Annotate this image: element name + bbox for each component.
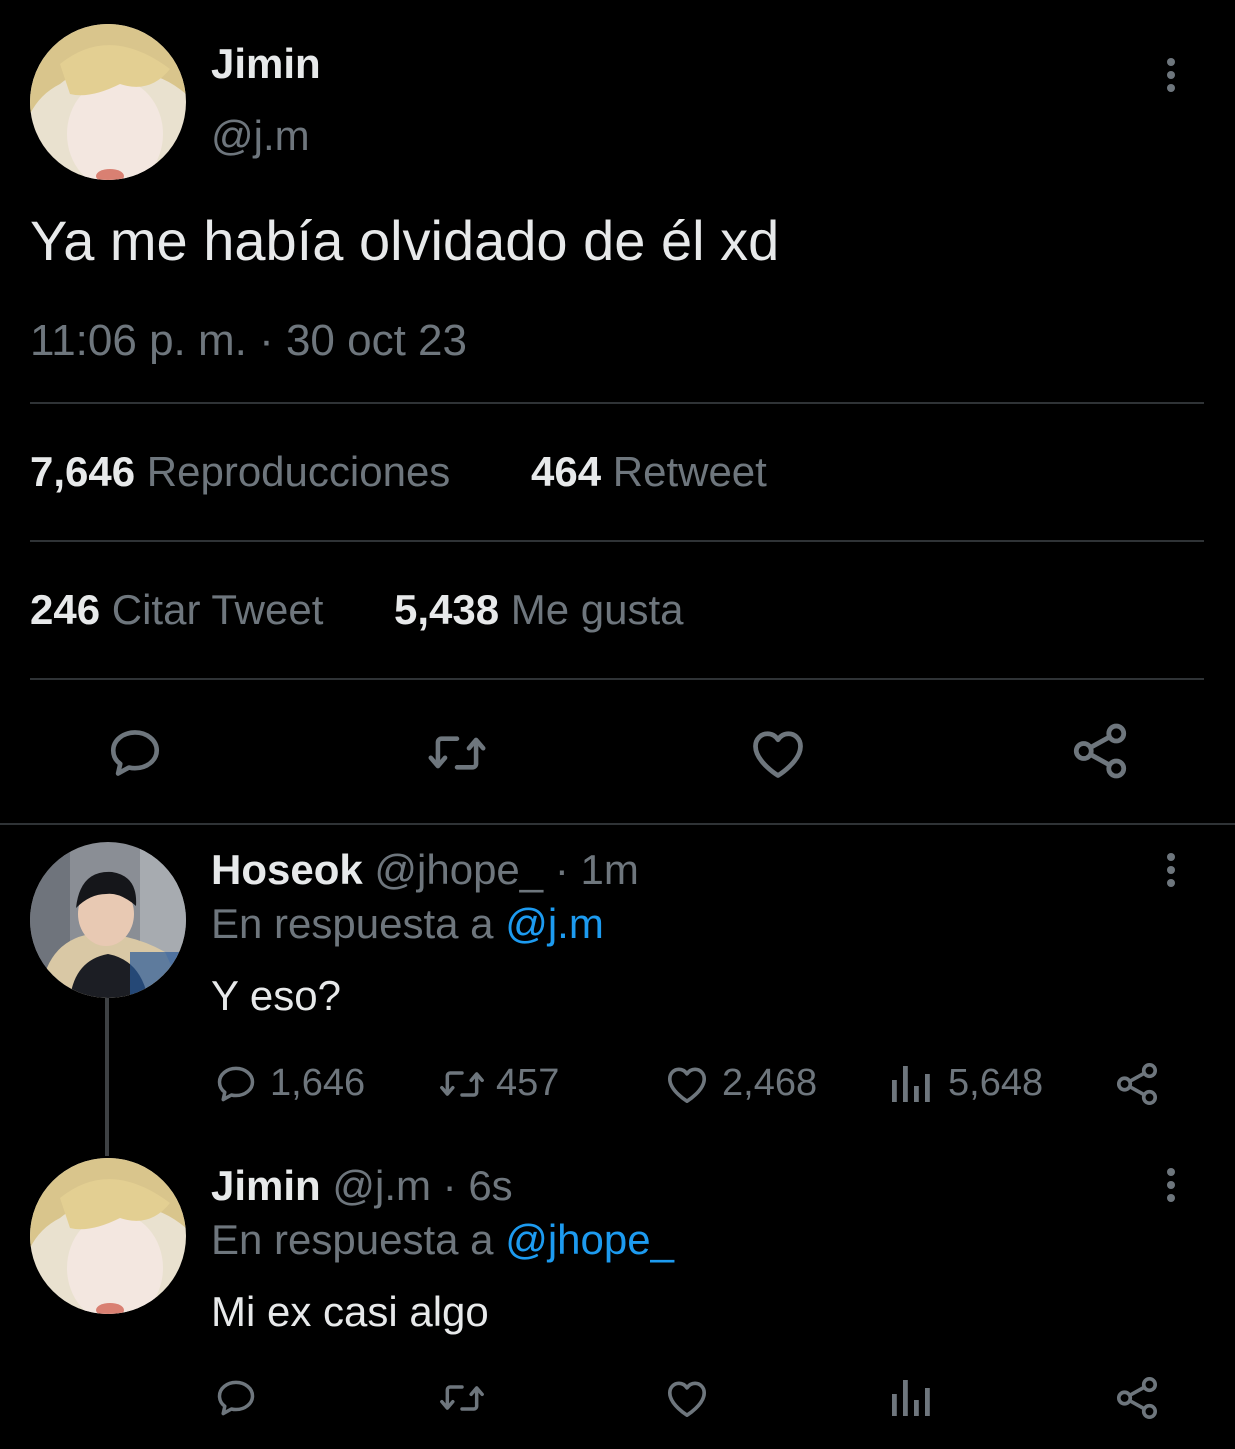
section-divider — [0, 823, 1235, 825]
avatar-jimin[interactable] — [30, 24, 186, 180]
reply-text: Y eso? — [211, 972, 341, 1019]
like-count: 2,468 — [722, 1062, 818, 1104]
display-name[interactable]: Hoseok — [211, 846, 363, 893]
retweets-stat[interactable]: 464 Retweet — [531, 448, 767, 496]
views-icon[interactable] — [890, 1378, 934, 1418]
reply-count: 1,646 — [270, 1062, 366, 1104]
reply-icon[interactable] — [213, 1062, 259, 1106]
reply-icon[interactable] — [106, 724, 164, 782]
handle[interactable]: @j.m — [211, 112, 310, 160]
reply-context: En respuesta a @j.m — [211, 900, 604, 947]
avatar-hoseok[interactable] — [30, 842, 186, 998]
reply-header: Hoseok @jhope_ · 1m — [211, 846, 639, 894]
views-stat: 7,646 Reproducciones — [30, 448, 451, 495]
views-icon[interactable] — [890, 1064, 934, 1104]
retweet-count: 457 — [496, 1062, 560, 1104]
tweet-timestamp[interactable]: 11:06 p. m. · 30 oct 23 — [30, 316, 467, 366]
reply-icon[interactable] — [213, 1376, 259, 1420]
mention-link[interactable]: @j.m — [505, 900, 604, 947]
more-options-icon[interactable] — [1165, 853, 1177, 892]
share-icon[interactable] — [1114, 1374, 1160, 1422]
share-icon[interactable] — [1070, 720, 1130, 782]
display-name[interactable]: Jimin — [211, 40, 321, 88]
handle-time[interactable]: @j.m · 6s — [332, 1162, 512, 1209]
more-options-icon[interactable] — [1165, 1168, 1177, 1207]
divider — [30, 402, 1204, 404]
more-options-icon[interactable] — [1165, 58, 1177, 97]
views-count: 5,648 — [948, 1062, 1044, 1104]
reply-context: En respuesta a @jhope_ — [211, 1216, 674, 1263]
like-icon[interactable] — [748, 724, 808, 782]
thread-line — [105, 998, 109, 1156]
like-icon[interactable] — [664, 1376, 710, 1420]
mention-link[interactable]: @jhope_ — [505, 1216, 674, 1263]
reply-text: Mi ex casi algo — [211, 1288, 489, 1335]
retweet-icon[interactable] — [426, 724, 488, 782]
avatar-jimin[interactable] — [30, 1158, 186, 1314]
divider — [30, 678, 1204, 680]
display-name[interactable]: Jimin — [211, 1162, 321, 1209]
reply-header: Jimin @j.m · 6s — [211, 1162, 513, 1210]
retweet-icon[interactable] — [436, 1062, 488, 1106]
share-icon[interactable] — [1114, 1060, 1160, 1108]
retweet-icon[interactable] — [436, 1376, 488, 1420]
likes-stat[interactable]: 5,438 Me gusta — [394, 586, 684, 634]
quotes-stat[interactable]: 246 Citar Tweet — [30, 586, 323, 634]
like-icon[interactable] — [664, 1062, 710, 1106]
handle-time[interactable]: @jhope_ · 1m — [374, 846, 638, 893]
divider — [30, 540, 1204, 542]
tweet-text: Ya me había olvidado de él xd — [30, 209, 780, 272]
